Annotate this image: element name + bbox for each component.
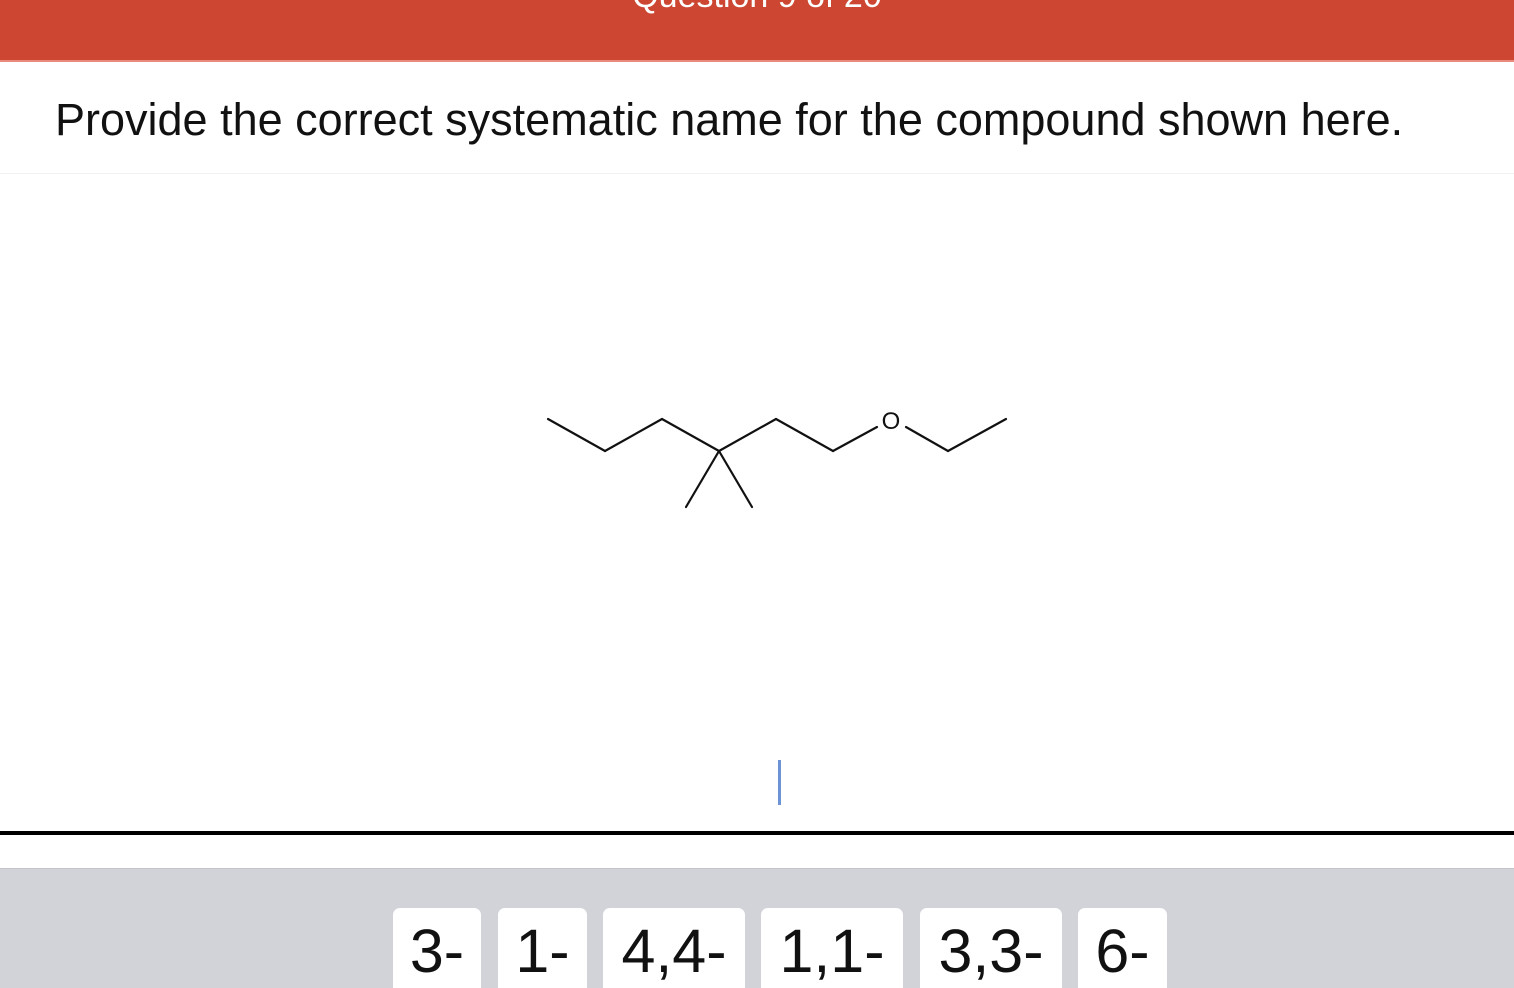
text-caret: [778, 760, 781, 805]
tile-1[interactable]: 1-: [498, 908, 587, 988]
bond: [904, 425, 950, 453]
tile-1-1[interactable]: 1,1-: [761, 908, 903, 988]
bond: [660, 417, 721, 453]
tile-4-4[interactable]: 4,4-: [603, 908, 745, 988]
oxygen-atom-label: O: [882, 408, 901, 435]
bond: [684, 449, 721, 509]
answer-underline: [0, 831, 1514, 835]
bond: [774, 417, 835, 453]
tile-3[interactable]: 3-: [393, 908, 481, 988]
bond: [717, 449, 754, 509]
bond: [831, 425, 879, 453]
question-page: Question 9 of 20 Provide the correct sys…: [0, 0, 1514, 988]
bond: [717, 417, 778, 453]
answer-input[interactable]: [0, 760, 1514, 832]
tile-tray: [0, 868, 1514, 988]
bond: [946, 417, 1008, 453]
tile-6[interactable]: 6-: [1078, 908, 1167, 988]
bond: [546, 417, 607, 453]
compound-structure: O: [546, 408, 1008, 509]
bond: [603, 417, 664, 453]
tile-3-3[interactable]: 3,3-: [920, 908, 1062, 988]
